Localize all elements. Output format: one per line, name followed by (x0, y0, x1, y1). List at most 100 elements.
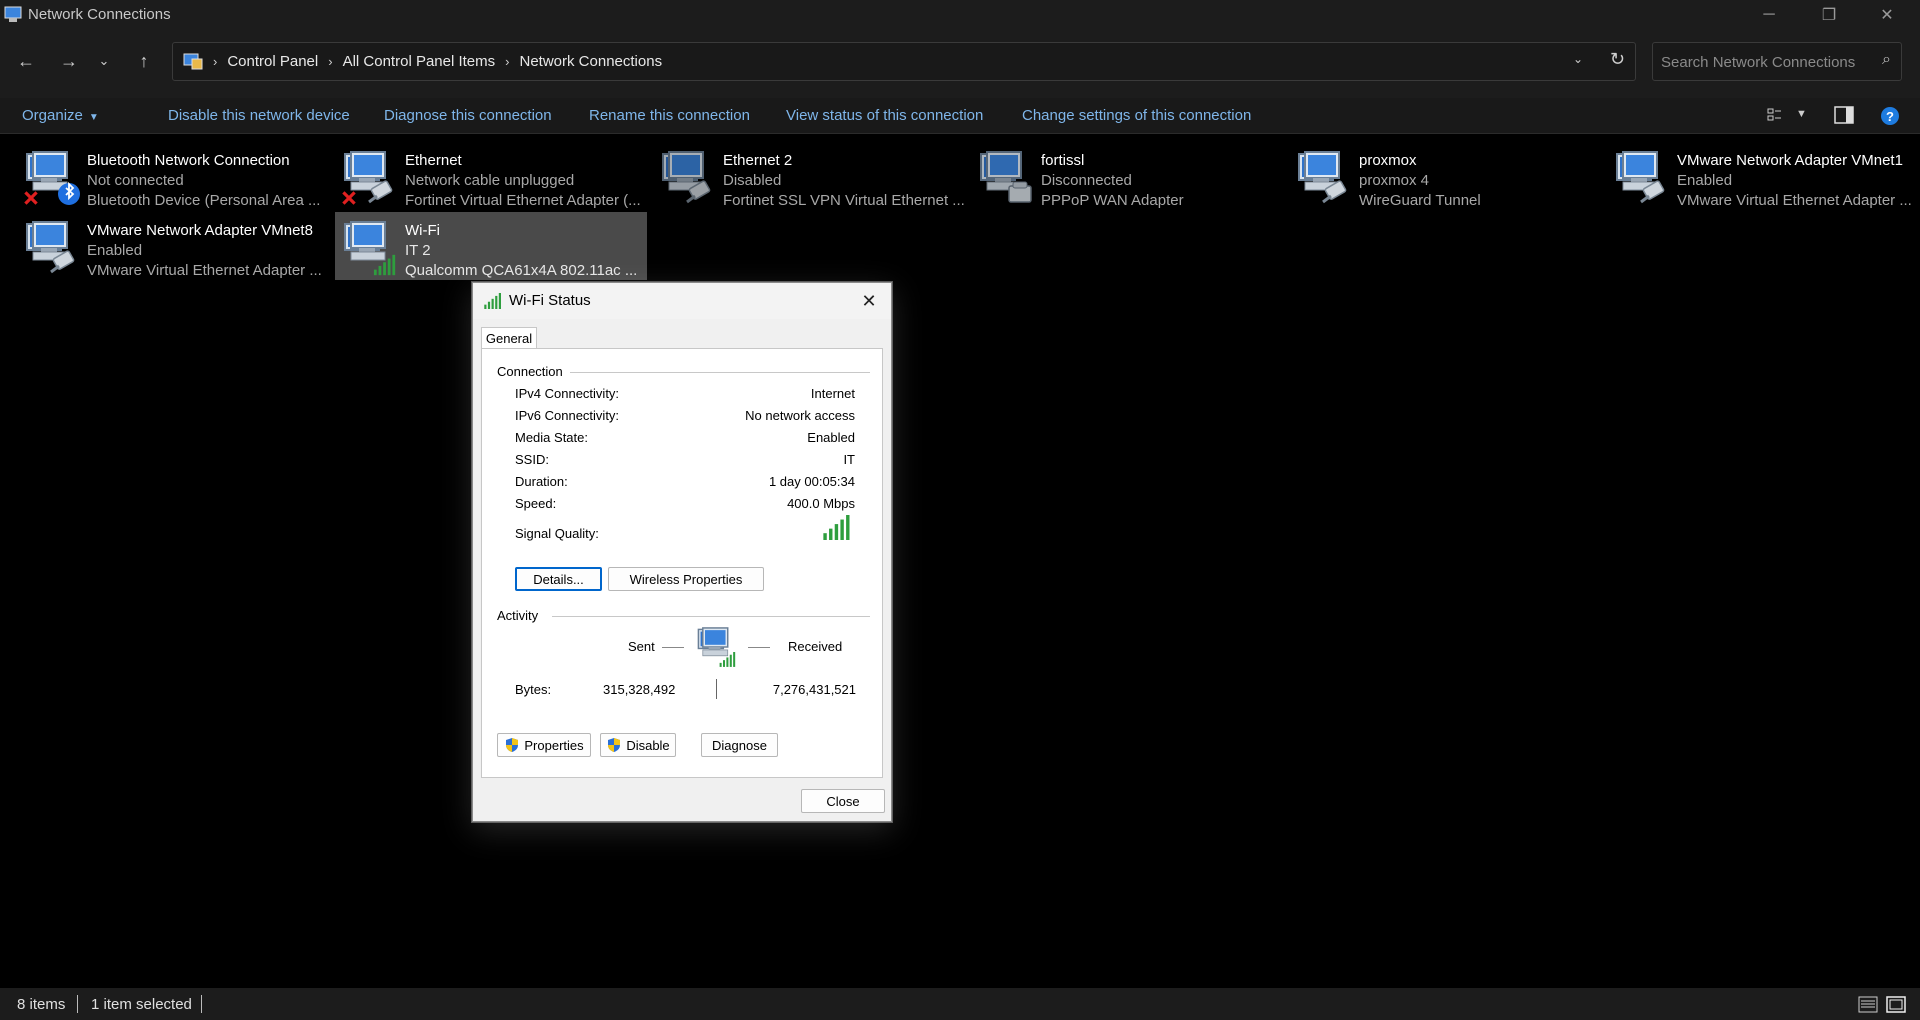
organize-label: Organize (22, 107, 83, 124)
refresh-icon[interactable]: ↻ (1610, 49, 1625, 70)
navigation-bar: ← → ⌄ ↑ › Control Panel › All Control Pa… (0, 30, 1920, 98)
connection-item-ethernet[interactable]: Ethernet Network cable unplugged Fortine… (335, 142, 653, 210)
connection-device: Fortinet SSL VPN Virtual Ethernet ... (723, 192, 965, 209)
ssid-label: SSID: (515, 452, 549, 467)
wifi-adapter-icon (339, 218, 396, 276)
bytes-divider (716, 679, 717, 699)
diagnose-dialog-button[interactable]: Diagnose (701, 733, 778, 757)
connection-item-bluetooth[interactable]: Bluetooth Network Connection Not connect… (17, 142, 335, 210)
up-button[interactable]: ↑ (127, 44, 161, 78)
breadcrumb-all-items[interactable]: All Control Panel Items (343, 53, 496, 70)
duration-label: Duration: (515, 474, 568, 489)
restore-button[interactable]: ❐ (1800, 0, 1858, 30)
details-view-icon[interactable] (1858, 996, 1878, 1013)
breadcrumb-separator-icon: › (213, 54, 218, 69)
connection-item-wifi[interactable]: Wi-Fi IT 2 Qualcomm QCA61x4A 802.11ac ..… (335, 212, 647, 280)
breadcrumb: › Control Panel › All Control Panel Item… (183, 43, 662, 80)
recent-locations-button[interactable]: ⌄ (92, 44, 116, 78)
activity-group-label: Activity (497, 608, 539, 623)
tab-general[interactable]: General (481, 327, 537, 349)
connection-device: Bluetooth Device (Personal Area ... (87, 192, 321, 209)
network-activity-icon (692, 625, 736, 667)
view-options-dropdown-icon[interactable]: ▼ (1796, 108, 1807, 120)
details-button[interactable]: Details... (515, 567, 602, 591)
connection-item-ethernet-2[interactable]: Ethernet 2 Disabled Fortinet SSL VPN Vir… (653, 142, 971, 210)
status-divider (201, 995, 202, 1013)
disable-device-button[interactable]: Disable this network device (168, 107, 350, 124)
restore-icon: ❐ (1821, 7, 1837, 24)
connection-name: fortissl (1041, 152, 1085, 169)
network-connections-app-icon (4, 6, 22, 22)
connection-name: VMware Network Adapter VMnet1 (1677, 152, 1903, 169)
connection-item-fortissl[interactable]: fortissl Disconnected PPPoP WAN Adapter (971, 142, 1289, 210)
diagnose-button[interactable]: Diagnose this connection (384, 107, 552, 124)
connection-device: PPPoP WAN Adapter (1041, 192, 1184, 209)
address-bar[interactable]: › Control Panel › All Control Panel Item… (172, 42, 1636, 81)
ipv4-value: Internet (810, 386, 855, 401)
connection-name: Wi-Fi (405, 222, 440, 239)
properties-button[interactable]: Properties (497, 733, 591, 757)
speed-value: 400.0 Mbps (787, 496, 855, 511)
breadcrumb-network-connections[interactable]: Network Connections (520, 53, 663, 70)
close-button[interactable]: Close (801, 789, 885, 813)
change-view-icon[interactable] (1767, 105, 1785, 125)
breadcrumb-control-panel[interactable]: Control Panel (227, 53, 318, 70)
preview-pane-icon[interactable] (1834, 106, 1854, 124)
connection-group-label: Connection (497, 364, 563, 379)
minimize-button[interactable]: ─ (1740, 0, 1798, 30)
ipv6-value: No network access (745, 408, 855, 423)
connection-name: Ethernet 2 (723, 152, 793, 169)
properties-button-label: Properties (524, 737, 584, 753)
speed-label: Speed: (515, 496, 557, 511)
back-button[interactable]: ← (9, 44, 43, 78)
bytes-label: Bytes: (515, 682, 552, 697)
large-icons-view-icon[interactable] (1886, 996, 1906, 1013)
general-tab-panel: Connection IPv4 Connectivity: Internet IP… (481, 348, 883, 778)
view-status-button[interactable]: View status of this connection (786, 107, 983, 124)
back-arrow-icon: ← (17, 50, 35, 71)
rename-button[interactable]: Rename this connection (589, 107, 750, 124)
help-icon[interactable]: ? (1880, 106, 1900, 126)
wireless-properties-button[interactable]: Wireless Properties (608, 567, 764, 591)
window-title: Network Connections (28, 6, 171, 23)
search-box[interactable]: ⌕ (1652, 42, 1902, 81)
connection-item-vmnet8[interactable]: VMware Network Adapter VMnet8 Enabled VM… (17, 212, 335, 280)
ethernet-adapter-icon (657, 148, 712, 204)
group-divider (552, 616, 870, 617)
sent-label: Sent (628, 639, 655, 654)
ipv6-label: IPv6 Connectivity: (515, 408, 620, 423)
connection-status: Not connected (87, 172, 184, 189)
dialog-close-button[interactable]: ✕ (855, 287, 883, 315)
forward-button[interactable]: → (52, 44, 86, 78)
search-input[interactable] (1661, 51, 1861, 73)
connection-item-vmnet1[interactable]: VMware Network Adapter VMnet1 Enabled VM… (1607, 142, 1920, 210)
connection-status: Enabled (87, 242, 143, 259)
connection-name: Ethernet (405, 152, 462, 169)
media-state-value: Enabled (807, 430, 855, 445)
admin-shield-icon (504, 737, 520, 753)
connection-status: Disconnected (1041, 172, 1132, 189)
ethernet-adapter-icon (1611, 148, 1666, 204)
connection-device: VMware Virtual Ethernet Adapter ... (1677, 192, 1912, 209)
command-bar: Organize ▼ Disable this network device Di… (0, 98, 1920, 134)
connection-status: Network cable unplugged (405, 172, 575, 189)
connection-status: Disabled (723, 172, 782, 189)
forward-arrow-icon: → (60, 50, 78, 71)
title-bar: Network Connections ─ ❐ ✕ (0, 0, 1920, 30)
close-window-button[interactable]: ✕ (1858, 0, 1916, 30)
connection-name: proxmox (1359, 152, 1417, 169)
ipv4-label: IPv4 Connectivity: (515, 386, 620, 401)
signal-quality-label: Signal Quality: (515, 526, 599, 541)
disable-button[interactable]: Disable (600, 733, 676, 757)
connection-item-proxmox[interactable]: proxmox proxmox 4 WireGuard Tunnel (1289, 142, 1607, 210)
connection-name: Bluetooth Network Connection (87, 152, 290, 169)
tunnel-adapter-icon (1293, 148, 1348, 204)
address-dropdown-icon[interactable]: ⌄ (1573, 52, 1583, 66)
svg-text:?: ? (1886, 109, 1894, 124)
connection-name: VMware Network Adapter VMnet8 (87, 222, 313, 239)
bytes-sent-value: 315,328,492 (603, 682, 676, 697)
received-line (748, 647, 770, 648)
signal-quality-icon (822, 515, 852, 540)
change-settings-button[interactable]: Change settings of this connection (1022, 107, 1251, 124)
organize-menu[interactable]: Organize ▼ (22, 107, 99, 124)
